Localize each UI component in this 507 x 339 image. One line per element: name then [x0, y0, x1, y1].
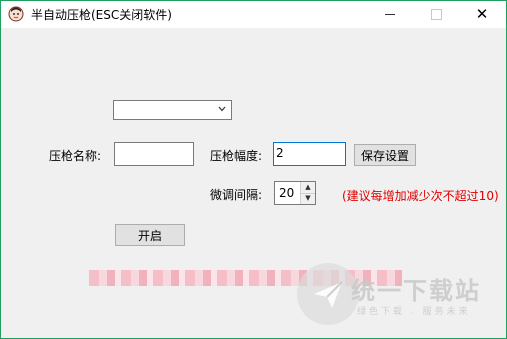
hint-text: (建议每增加减少次不超过10) [342, 189, 499, 203]
stepper-arrows: ▲ ▼ [300, 182, 315, 204]
close-icon: ✕ [475, 5, 489, 23]
app-icon [8, 6, 24, 22]
name-label: 压枪名称: [49, 149, 102, 163]
chevron-down-icon [218, 106, 226, 112]
window-title: 半自动压枪(ESC关闭软件) [31, 8, 172, 22]
minimize-button[interactable] [367, 1, 413, 28]
stepper-down-button[interactable]: ▼ [301, 193, 315, 204]
title-bar[interactable]: 半自动压枪(ESC关闭软件) ✕ [1, 1, 506, 28]
range-label: 压枪幅度: [210, 149, 263, 163]
maximize-button[interactable] [413, 1, 459, 28]
app-window: 半自动压枪(ESC关闭软件) ✕ 压枪名称: 压枪幅度: 2 保存设置 微调间隔… [0, 0, 507, 339]
interval-value[interactable]: 20 [279, 186, 294, 200]
profile-dropdown[interactable] [113, 100, 232, 120]
maximize-icon [430, 9, 442, 20]
range-input[interactable]: 2 [273, 142, 346, 166]
watermark-subtext: 绿色下载 . 服务未来 [357, 307, 471, 317]
close-button[interactable]: ✕ [459, 1, 505, 28]
name-input[interactable] [114, 142, 194, 166]
minimize-icon [385, 14, 395, 15]
interval-label: 微调间隔: [210, 188, 263, 202]
watermark: 统一下载站 绿色下载 . 服务未来 [297, 263, 502, 333]
watermark-logo-icon [297, 263, 359, 325]
start-button[interactable]: 开启 [115, 224, 185, 246]
interval-stepper[interactable]: 20 ▲ ▼ [274, 181, 316, 205]
watermark-text: 统一下载站 [351, 277, 481, 305]
save-settings-button[interactable]: 保存设置 [354, 144, 416, 166]
